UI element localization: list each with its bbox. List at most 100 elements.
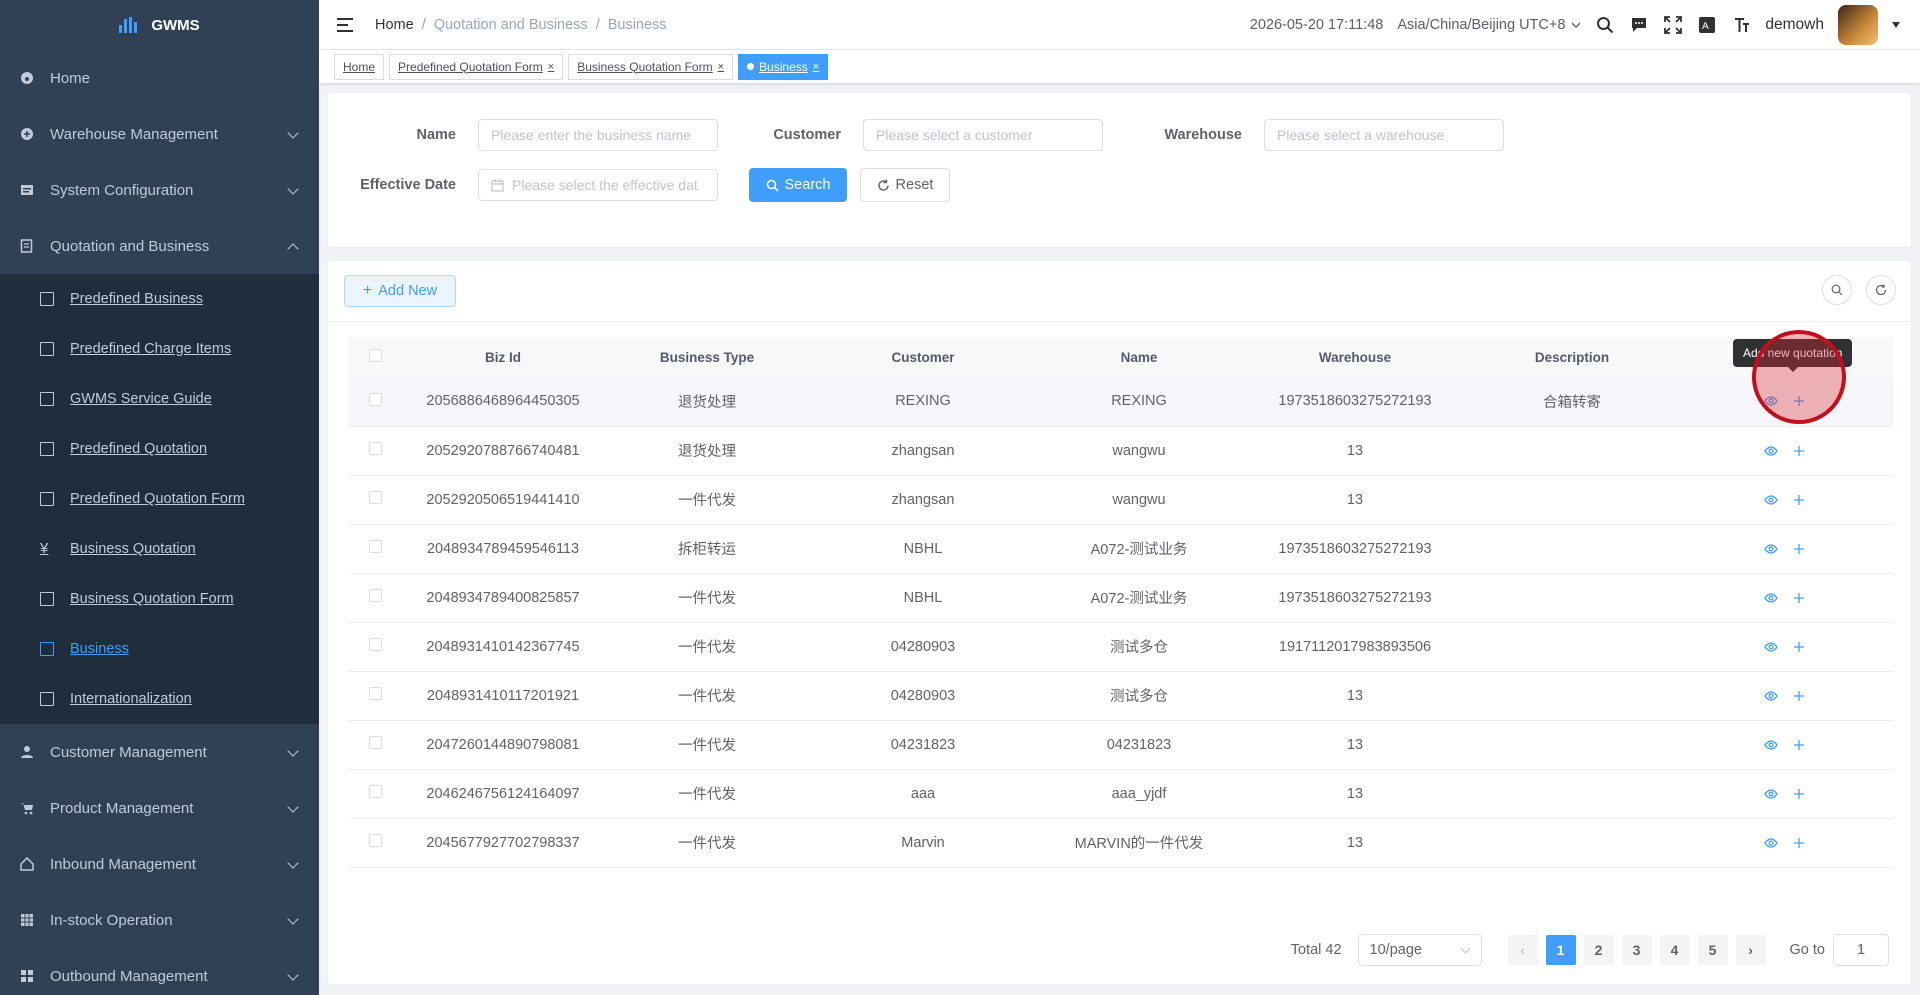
- row-select-cell[interactable]: [348, 426, 403, 476]
- sidebar-item-home[interactable]: Home: [0, 50, 319, 106]
- username[interactable]: demowh: [1765, 16, 1824, 34]
- row-checkbox[interactable]: [369, 687, 382, 700]
- row-checkbox[interactable]: [369, 442, 382, 455]
- close-icon[interactable]: ×: [718, 61, 724, 73]
- app-logo[interactable]: GWMS: [0, 0, 319, 50]
- sidebar-item-quotation[interactable]: Quotation and Business: [0, 218, 319, 274]
- sidebar-item-predefined-quotation-form[interactable]: Predefined Quotation Form: [0, 474, 319, 524]
- close-icon[interactable]: ×: [813, 61, 819, 73]
- select-all-checkbox[interactable]: [369, 349, 382, 362]
- close-icon[interactable]: ×: [548, 61, 554, 73]
- row-checkbox[interactable]: [369, 736, 382, 749]
- search-button[interactable]: Search: [749, 168, 847, 202]
- goto-page-input[interactable]: 1: [1833, 934, 1889, 966]
- add-quotation-plus-icon[interactable]: [1792, 444, 1806, 458]
- sidebar-item-predefined-charge-items[interactable]: Predefined Charge Items: [0, 324, 319, 374]
- row-checkbox[interactable]: [369, 638, 382, 651]
- add-quotation-plus-icon[interactable]: [1792, 542, 1806, 556]
- avatar[interactable]: [1838, 5, 1878, 45]
- sidebar-item-product[interactable]: Product Management: [0, 780, 319, 836]
- add-quotation-plus-icon[interactable]: [1792, 738, 1806, 752]
- add-quotation-plus-icon[interactable]: [1792, 640, 1806, 654]
- add-quotation-plus-icon[interactable]: [1792, 787, 1806, 801]
- row-select-cell[interactable]: [348, 573, 403, 623]
- row-checkbox[interactable]: [369, 589, 382, 602]
- row-checkbox[interactable]: [369, 540, 382, 553]
- warehouse-select[interactable]: Please select a warehouse: [1264, 119, 1504, 151]
- sidebar-item-internationalization[interactable]: Internationalization: [0, 674, 319, 724]
- add-quotation-plus-icon[interactable]: [1792, 836, 1806, 850]
- sidebar-item-business[interactable]: Business: [0, 624, 319, 674]
- table-row[interactable]: 2046246756124164097 一件代发 aaa aaa_yjdf 13: [348, 769, 1893, 819]
- row-select-cell[interactable]: [348, 475, 403, 525]
- page-button[interactable]: 2: [1583, 935, 1614, 965]
- row-select-cell[interactable]: [348, 622, 403, 672]
- view-eye-icon[interactable]: [1764, 836, 1778, 850]
- table-row[interactable]: 2048934789459546113 拆柜转运 NBHL A072-测试业务 1973…: [348, 524, 1893, 574]
- translate-icon[interactable]: A: [1697, 15, 1717, 35]
- row-select-cell[interactable]: [348, 377, 403, 427]
- row-checkbox[interactable]: [369, 491, 382, 504]
- view-eye-icon[interactable]: [1764, 640, 1778, 654]
- row-checkbox[interactable]: [369, 834, 382, 847]
- row-checkbox[interactable]: [369, 785, 382, 798]
- tag-predefined-quotation-form[interactable]: Predefined Quotation Form ×: [389, 53, 564, 80]
- row-select-cell[interactable]: [348, 720, 403, 770]
- table-row[interactable]: 2052920506519441410 一件代发 zhangsan wangwu 13: [348, 475, 1893, 525]
- sidebar-item-outbound[interactable]: Outbound Management: [0, 948, 319, 995]
- sidebar-item-service-guide[interactable]: GWMS Service Guide: [0, 374, 319, 424]
- view-eye-icon[interactable]: [1764, 591, 1778, 605]
- page-button[interactable]: 3: [1621, 935, 1652, 965]
- search-icon[interactable]: [1595, 15, 1615, 35]
- effective-date-picker[interactable]: Please select the effective dat: [478, 169, 718, 201]
- prev-page-button[interactable]: ‹: [1507, 935, 1538, 965]
- sidebar-item-customer[interactable]: Customer Management: [0, 724, 319, 780]
- caret-down-icon[interactable]: [1892, 22, 1900, 28]
- sidebar-item-system-config[interactable]: System Configuration: [0, 162, 319, 218]
- page-button[interactable]: 1: [1545, 935, 1576, 965]
- sidebar-item-warehouse[interactable]: Warehouse Management: [0, 106, 319, 162]
- reset-button[interactable]: Reset: [860, 168, 950, 202]
- table-row[interactable]: 2045677927702798337 一件代发 Marvin MARVIN的一件代发…: [348, 818, 1893, 868]
- tag-home[interactable]: Home: [334, 53, 385, 80]
- sidebar-item-predefined-business[interactable]: Predefined Business: [0, 274, 319, 324]
- view-eye-icon[interactable]: [1764, 542, 1778, 556]
- view-eye-icon[interactable]: [1764, 689, 1778, 703]
- timezone-select[interactable]: Asia/China/Beijing UTC+8: [1397, 17, 1581, 33]
- select-all-header[interactable]: [348, 337, 403, 377]
- view-eye-icon[interactable]: [1764, 738, 1778, 752]
- row-select-cell[interactable]: [348, 671, 403, 721]
- table-row[interactable]: 2048934789400825857 一件代发 NBHL A072-测试业务 1973…: [348, 573, 1893, 623]
- row-checkbox[interactable]: [369, 392, 382, 406]
- table-row[interactable]: 2047260144890798081 一件代发 04231823 04231823 1…: [348, 720, 1893, 770]
- sidebar-item-business-quotation[interactable]: ¥ Business Quotation: [0, 524, 319, 574]
- page-button[interactable]: 5: [1697, 935, 1728, 965]
- refresh-button[interactable]: [1866, 275, 1896, 305]
- table-row[interactable]: 2048931410117201921 一件代发 04280903 测试多仓 13: [348, 671, 1893, 721]
- sidebar-item-business-quotation-form[interactable]: Business Quotation Form: [0, 574, 319, 624]
- row-select-cell[interactable]: [348, 818, 403, 868]
- page-size-select[interactable]: 10/page: [1357, 934, 1482, 966]
- customer-select[interactable]: Please select a customer: [863, 119, 1103, 151]
- table-row[interactable]: 2052920788766740481 退货处理 zhangsan wangwu 13: [348, 426, 1893, 476]
- tag-business[interactable]: Business ×: [738, 53, 829, 80]
- toggle-search-button[interactable]: [1822, 275, 1852, 305]
- sidebar-item-predefined-quotation[interactable]: Predefined Quotation: [0, 424, 319, 474]
- view-eye-icon[interactable]: [1764, 787, 1778, 801]
- hamburger-icon[interactable]: [337, 17, 353, 32]
- add-quotation-plus-icon[interactable]: [1792, 591, 1806, 605]
- table-row[interactable]: 2048931410142367745 一件代发 04280903 测试多仓 19171…: [348, 622, 1893, 672]
- add-quotation-plus-icon[interactable]: [1792, 689, 1806, 703]
- sidebar-item-inbound[interactable]: Inbound Management: [0, 836, 319, 892]
- tag-business-quotation-form[interactable]: Business Quotation Form ×: [568, 53, 734, 80]
- row-select-cell[interactable]: [348, 769, 403, 819]
- table-row[interactable]: 2056886468964450305 退货处理 REXING REXING 19735…: [348, 377, 1893, 427]
- name-input[interactable]: Please enter the business name: [478, 119, 718, 151]
- font-size-icon[interactable]: [1731, 15, 1751, 35]
- page-button[interactable]: 4: [1659, 935, 1690, 965]
- add-new-button[interactable]: + Add New: [344, 275, 456, 307]
- view-eye-icon[interactable]: [1764, 444, 1778, 458]
- add-quotation-plus-icon[interactable]: [1792, 493, 1806, 507]
- row-select-cell[interactable]: [348, 524, 403, 574]
- message-icon[interactable]: [1629, 15, 1649, 35]
